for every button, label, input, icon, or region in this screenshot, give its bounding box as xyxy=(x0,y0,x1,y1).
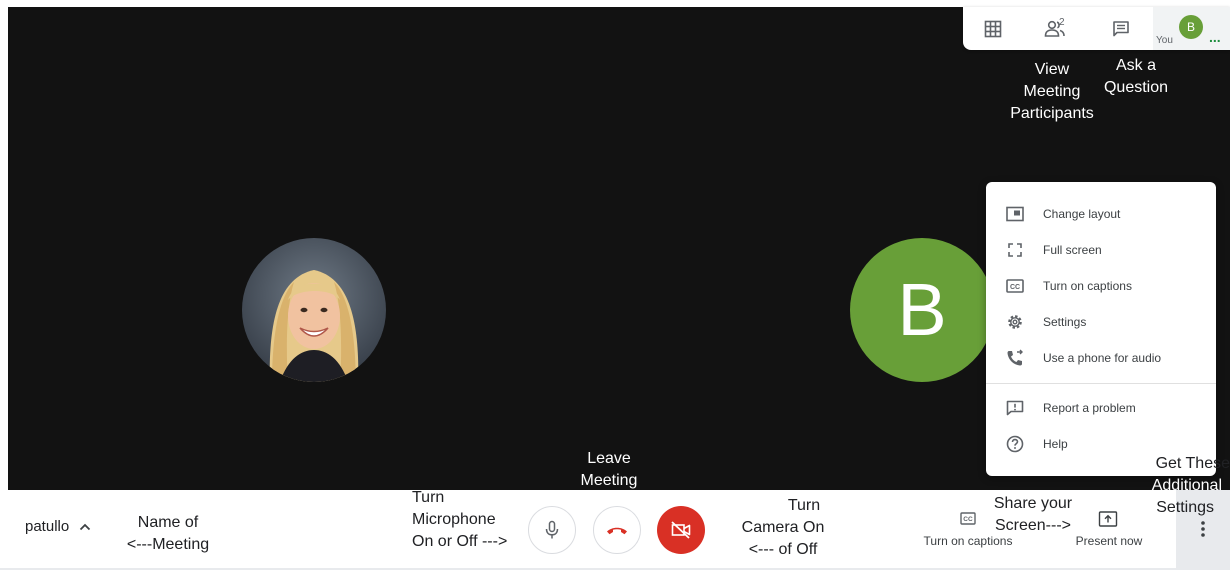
captions-icon: CC xyxy=(1005,279,1024,293)
meeting-name: patullo xyxy=(25,518,70,535)
present-now-button[interactable]: Present now xyxy=(1070,510,1148,554)
participant-count: 2 xyxy=(1059,17,1065,28)
more-options-menu: Change layout Full screen CC Turn on cap… xyxy=(986,182,1216,476)
present-now-label: Present now xyxy=(1075,534,1143,548)
change-layout-icon xyxy=(1005,206,1024,222)
svg-text:CC: CC xyxy=(963,516,973,523)
menu-item-report-problem[interactable]: Report a problem xyxy=(986,390,1216,426)
chat-button[interactable] xyxy=(1096,7,1146,50)
fullscreen-icon xyxy=(1007,243,1022,257)
top-toolbar: 2 You B ... xyxy=(963,7,1230,50)
meet-window: B 2 You B ... View Meeting Participants … xyxy=(0,0,1230,570)
hang-up-icon xyxy=(607,527,627,535)
report-problem-icon xyxy=(1006,400,1023,416)
captions-icon: CC xyxy=(960,512,976,525)
present-screen-icon xyxy=(1098,511,1118,527)
self-view-more-icon[interactable]: ... xyxy=(1209,29,1221,45)
chevron-up-icon xyxy=(80,523,91,530)
annotation-microphone: Turn Microphone On or Off ---> xyxy=(412,489,508,550)
participants-button[interactable]: 2 xyxy=(1030,7,1080,50)
chat-icon xyxy=(1113,20,1129,36)
participant-photo-tile xyxy=(242,238,386,382)
camera-toggle-button[interactable] xyxy=(657,506,705,554)
gear-icon xyxy=(1007,315,1022,329)
menu-item-captions[interactable]: CC Turn on captions xyxy=(986,268,1216,304)
annotation-leave-meeting: Leave Meeting xyxy=(580,450,638,489)
menu-item-phone-audio[interactable]: Use a phone for audio xyxy=(986,340,1216,376)
help-icon xyxy=(1006,435,1023,453)
participant-avatar-initial: B xyxy=(850,238,994,382)
grid-icon xyxy=(984,20,1002,37)
annotation-meeting-name: Name of <---Meeting xyxy=(126,514,210,553)
annotation-view-participants: View Meeting Participants xyxy=(1010,61,1094,122)
annotation-additional-settings: Get These Additional Settings xyxy=(1151,455,1230,516)
camera-off-icon xyxy=(671,521,691,539)
meeting-details-button[interactable]: patullo xyxy=(25,518,91,535)
svg-text:CC: CC xyxy=(1009,284,1019,291)
self-view-label: You xyxy=(1156,35,1173,46)
phone-audio-icon xyxy=(1007,349,1023,366)
self-avatar: B xyxy=(1179,15,1203,39)
microphone-toggle-button[interactable] xyxy=(528,506,576,554)
menu-item-change-layout[interactable]: Change layout xyxy=(986,196,1216,232)
microphone-icon xyxy=(545,520,559,539)
annotation-ask-question: Ask a Question xyxy=(1103,57,1169,96)
annotation-camera: Turn Camera On <--- of Off xyxy=(741,497,825,558)
self-view-tile[interactable]: You B ... xyxy=(1153,7,1230,50)
leave-call-button[interactable] xyxy=(593,506,641,554)
menu-item-settings[interactable]: Settings xyxy=(986,304,1216,340)
tile-layout-button[interactable] xyxy=(968,7,1018,50)
participant-photo xyxy=(242,238,386,382)
menu-item-full-screen[interactable]: Full screen xyxy=(986,232,1216,268)
annotation-share-screen: Share your Screen---> xyxy=(993,495,1073,534)
menu-divider xyxy=(986,383,1216,384)
more-vert-icon xyxy=(1201,521,1205,537)
